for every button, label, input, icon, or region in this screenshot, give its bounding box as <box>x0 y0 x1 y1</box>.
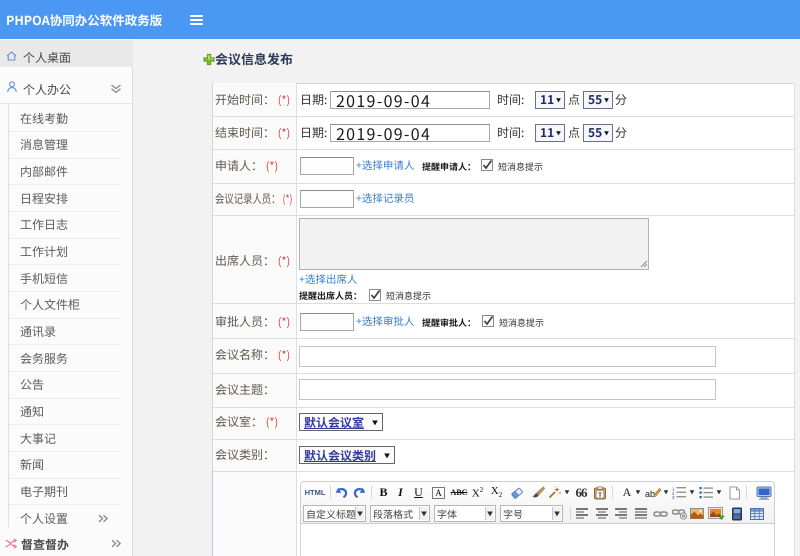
svg-text:T: T <box>597 491 602 498</box>
svg-text:ab: ab <box>645 489 655 499</box>
svg-text:3: 3 <box>672 495 675 499</box>
